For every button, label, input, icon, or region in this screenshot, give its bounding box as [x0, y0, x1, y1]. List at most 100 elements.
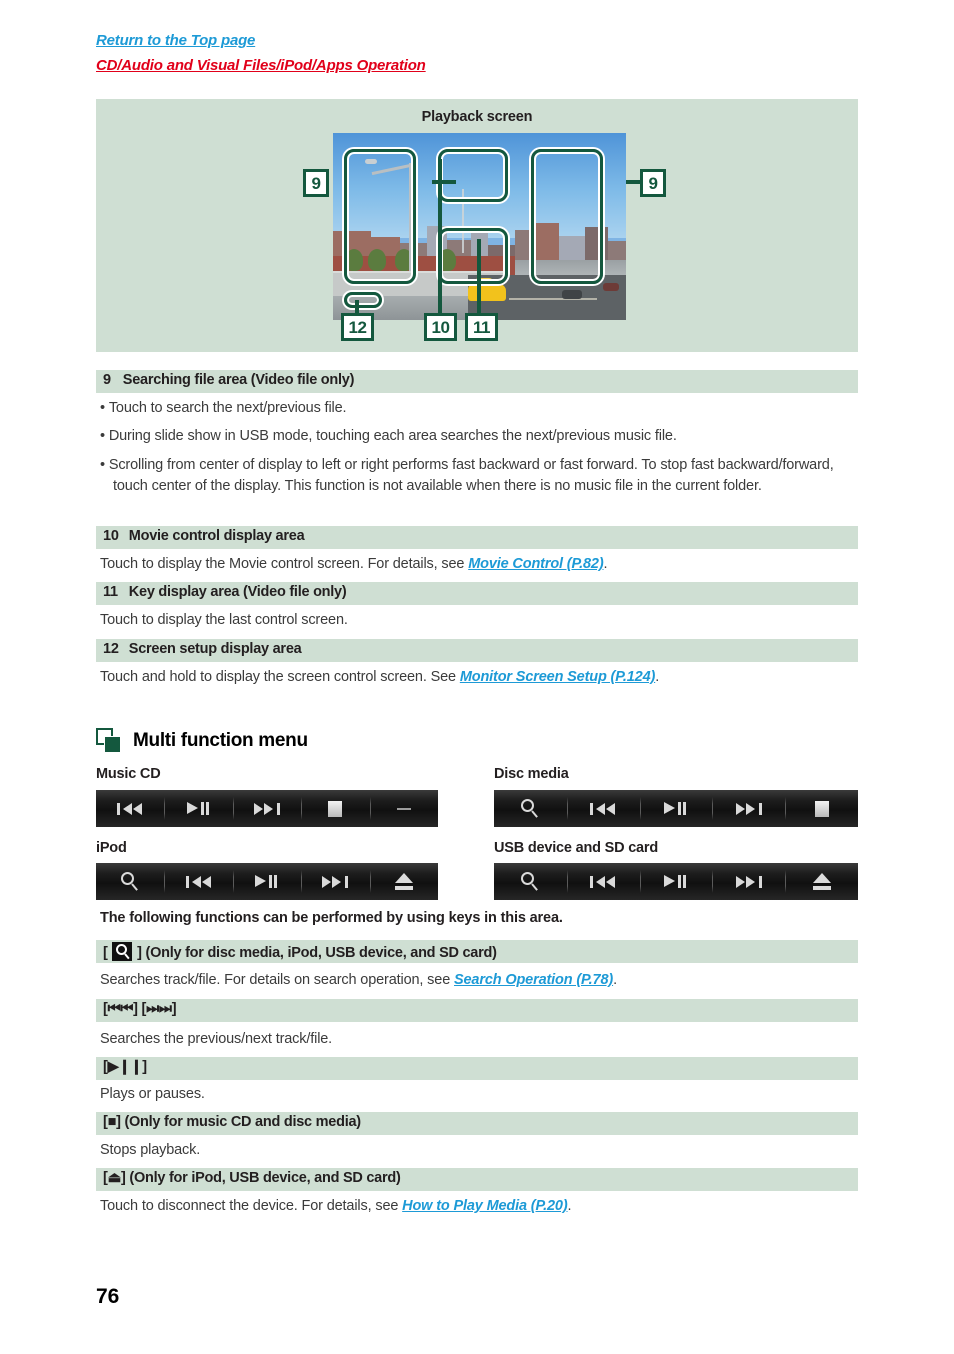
group-label-usb-sd: USB device and SD card: [494, 840, 659, 856]
section-title: Searching file area (Video file only): [122, 372, 355, 388]
control-bar-disc-media: [494, 790, 858, 827]
header-links: Return to the Top page CD/Audio and Visu…: [96, 30, 426, 76]
body-text-end: .: [613, 972, 617, 988]
body-text: Touch to display the last control screen…: [100, 612, 348, 628]
stop-icon: [328, 800, 343, 817]
search-operation-link[interactable]: Search Operation (P.78): [454, 972, 613, 988]
section-number: 12: [103, 641, 119, 657]
body-text: Searches the previous/next track/file.: [100, 1031, 333, 1047]
touch-zone-key-display[interactable]: [438, 228, 508, 284]
section-title: Key display area (Video file only): [128, 584, 347, 600]
body-text-end: .: [603, 556, 608, 572]
group-label-ipod: iPod: [96, 840, 127, 856]
monitor-screen-setup-link[interactable]: Monitor Screen Setup (P.124): [460, 669, 656, 685]
play-pause-button[interactable]: [639, 863, 713, 900]
empty-slot: [369, 790, 438, 827]
section-number: 9: [103, 372, 111, 388]
play-pause-button[interactable]: [164, 790, 232, 827]
search-icon: [112, 942, 133, 961]
movie-control-link[interactable]: Movie Control (P.82): [468, 556, 603, 572]
next-icon: [735, 875, 762, 888]
function-body-search: Searches track/file. For details on sear…: [100, 970, 856, 991]
eject-icon: [394, 873, 413, 890]
function-header-prev-next: [⏮⏮] [⏭⏭]: [96, 999, 858, 1022]
body-text: Touch to disconnect the device. For deta…: [100, 1198, 403, 1214]
section-9-bullet-3: • Scrolling from center of display to le…: [100, 457, 834, 494]
play-pause-icon: [663, 875, 688, 888]
function-body-play-pause: Plays or pauses.: [100, 1084, 856, 1105]
search-button[interactable]: [494, 790, 567, 827]
search-icon: [520, 798, 540, 819]
stop-button[interactable]: [301, 790, 369, 827]
next-button[interactable]: [232, 790, 301, 827]
car: [602, 282, 619, 291]
play-pause-icon: [186, 802, 211, 815]
touch-zone-search-previous[interactable]: [344, 149, 416, 284]
next-button[interactable]: [712, 790, 785, 827]
touch-zone-movie-control[interactable]: [438, 149, 508, 202]
return-to-top-link[interactable]: Return to the Top page: [96, 31, 255, 51]
next-icon: [322, 875, 349, 888]
prev-button[interactable]: [164, 863, 232, 900]
dash-icon: [396, 807, 411, 810]
search-button[interactable]: [96, 863, 164, 900]
callout-badge-11: 11: [465, 313, 498, 341]
function-header-play-pause: [▶❙❙]: [96, 1057, 858, 1080]
section-number: 11: [103, 584, 118, 600]
section-number: 10: [103, 528, 119, 544]
play-pause-icon: [663, 802, 688, 815]
playback-screen-diagram: Playback screen 9 9 12 10 11: [96, 99, 858, 352]
prev-button[interactable]: [566, 790, 640, 827]
key-bracket-open: [: [103, 945, 112, 961]
eject-button[interactable]: [785, 863, 858, 900]
group-label-music-cd: Music CD: [96, 766, 161, 782]
body-text-end: .: [655, 669, 660, 685]
section-breadcrumb-link[interactable]: CD/Audio and Visual Files/iPod/Apps Oper…: [96, 56, 426, 76]
body-text: Searches track/file. For details on sear…: [100, 972, 454, 988]
eject-icon: [812, 873, 831, 890]
function-body-prev-next: Searches the previous/next track/file.: [100, 1029, 856, 1050]
key-label: [▶❙❙]: [103, 1059, 147, 1075]
how-to-play-media-link[interactable]: How to Play Media (P.20): [402, 1198, 568, 1214]
prev-icon: [185, 875, 212, 888]
play-pause-button[interactable]: [232, 863, 301, 900]
section-11-body: Touch to display the last control screen…: [100, 610, 856, 631]
body-text: Touch to display the Movie control scree…: [100, 556, 469, 572]
body-text-end: .: [567, 1198, 572, 1214]
section-9-bullet-1: • Touch to search the next/previous file…: [100, 400, 347, 416]
multi-function-menu-heading: Multi function menu: [96, 726, 308, 756]
function-body-eject: Touch to disconnect the device. For deta…: [100, 1196, 856, 1217]
section-header-9: 9 Searching file area (Video file only): [96, 370, 858, 393]
next-button[interactable]: [301, 863, 369, 900]
stacked-squares-icon: [96, 728, 124, 754]
body-text: Touch and hold to display the screen con…: [100, 669, 460, 685]
touch-zone-search-next[interactable]: [531, 149, 603, 284]
key-bracket-close: ] (Only for disc media, iPod, USB device…: [133, 945, 497, 961]
control-bar-ipod: [96, 863, 438, 900]
play-pause-icon: [255, 875, 279, 888]
next-icon: [254, 802, 281, 815]
yellow-taxi: [467, 278, 506, 302]
car: [561, 290, 582, 300]
callout-badge-12: 12: [341, 313, 374, 341]
key-label: [■] (Only for music CD and disc media): [103, 1114, 361, 1130]
prev-button[interactable]: [566, 863, 640, 900]
diagram-title: Playback screen: [421, 109, 533, 125]
leader-line: [432, 180, 456, 184]
next-button[interactable]: [712, 863, 785, 900]
body-text: Stops playback.: [100, 1142, 201, 1158]
multi-function-menu-title: Multi function menu: [133, 730, 308, 751]
play-pause-button[interactable]: [639, 790, 713, 827]
control-bar-music-cd: [96, 790, 438, 827]
touch-zone-screen-setup[interactable]: [344, 292, 382, 308]
prev-button[interactable]: [96, 790, 164, 827]
bullet-text: Touch to search the next/previous file.: [108, 400, 347, 416]
callout-badge-10: 10: [424, 313, 457, 341]
key-label: [⏏] (Only for iPod, USB device, and SD c…: [103, 1170, 401, 1186]
section-10-body: Touch to display the Movie control scree…: [100, 554, 856, 575]
search-button[interactable]: [494, 863, 567, 900]
stop-button[interactable]: [785, 790, 858, 827]
section-header-12: 12 Screen setup display area: [96, 639, 858, 662]
eject-button[interactable]: [369, 863, 438, 900]
bullet-text: Scrolling from center of display to left…: [108, 457, 834, 494]
